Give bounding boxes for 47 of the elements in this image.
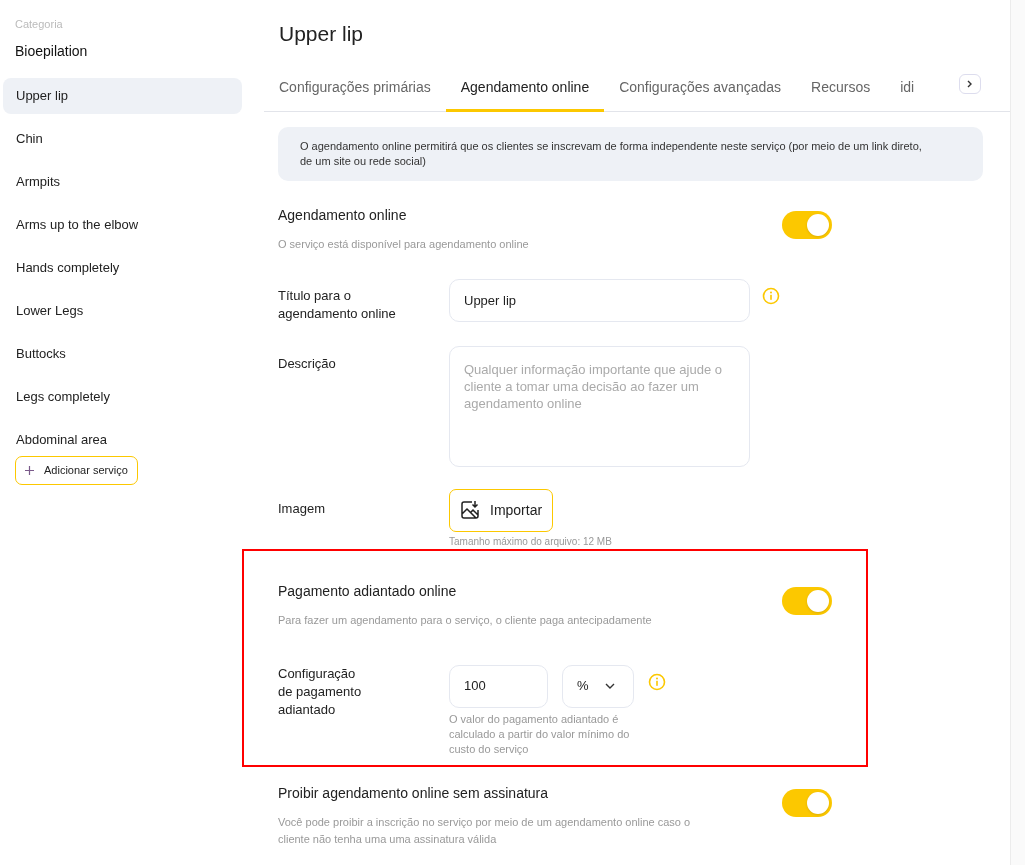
import-button[interactable]: Importar xyxy=(449,488,554,532)
info-notice: O agendamento online permitirá que os clientes se inscrevam de forma independente neste serviço (por meio de um link direto, de um site ou rede social) xyxy=(278,126,983,181)
toggle-switch[interactable] xyxy=(782,788,832,817)
category-caption: Categoria xyxy=(14,17,64,32)
toggle-switch[interactable] xyxy=(782,586,832,615)
description-input[interactable]: Qualquer informação importante que ajude o cliente a tomar uma decisão ao fazer um agendamento online xyxy=(449,345,750,467)
sidebar-item[interactable]: Chin xyxy=(3,120,242,157)
scroll-right-button[interactable] xyxy=(959,73,981,94)
amount-field[interactable]: 100 xyxy=(449,664,548,708)
setting-description: Para fazer um agendamento para o serviço, o cliente paga antecipadamente xyxy=(278,612,653,628)
tab[interactable]: idi xyxy=(885,65,930,112)
tab[interactable]: Configurações primárias xyxy=(264,65,446,112)
info-icon[interactable] xyxy=(648,672,666,691)
image-icon xyxy=(460,500,480,520)
sidebar-item[interactable]: Arms up to the elbow xyxy=(3,206,242,243)
tab[interactable]: Recursos xyxy=(796,65,886,112)
sidebar-item[interactable]: Lower Legs xyxy=(3,292,242,329)
sidebar-item[interactable]: Armpits xyxy=(3,163,242,200)
sidebar-item[interactable]: Hands completely xyxy=(3,249,242,286)
setting-title: Agendamento online xyxy=(278,205,408,225)
sidebar-item[interactable]: Upper lip xyxy=(3,77,242,114)
chevron-down-icon xyxy=(604,683,615,689)
sidebar-item[interactable]: Legs completely xyxy=(3,378,242,415)
field-hint: O valor do pagamento adiantado é calculado a partir do valor mínimo do custo do serviço xyxy=(449,711,631,757)
field-label: Configuração de pagamento adiantado xyxy=(278,664,363,719)
toggle-switch[interactable] xyxy=(782,210,832,239)
page-title: Upper lip xyxy=(278,21,365,47)
unit-dropdown[interactable]: % xyxy=(562,664,634,708)
sidebar-item[interactable]: Buttocks xyxy=(3,335,242,372)
tab[interactable]: Configurações avançadas xyxy=(604,65,797,112)
setting-description: Você pode proibir a inscrição no serviço por meio de um agendamento online caso o cliente não tenha uma uma assinatura válida xyxy=(278,814,692,847)
field-label: Descrição xyxy=(278,354,337,373)
setting-description: O serviço está disponível para agendamento online xyxy=(278,236,530,252)
field-label: Imagem xyxy=(278,499,326,518)
plus-icon xyxy=(25,465,34,475)
field-label: Título para o agendamento online xyxy=(278,286,397,323)
file-size-hint: Tamanho máximo do arquivo: 12 MB xyxy=(449,534,612,549)
setting-title: Pagamento adiantado online xyxy=(278,581,458,601)
sidebar-item[interactable]: Abdominal area xyxy=(3,421,242,458)
scrollbar-track[interactable] xyxy=(1010,0,1025,865)
chevron-right-icon xyxy=(967,79,973,88)
add-service-button[interactable]: Adicionar serviço xyxy=(15,455,138,485)
category-name: Bioepilation xyxy=(14,41,89,61)
info-icon[interactable] xyxy=(762,286,780,305)
title-input[interactable]: Upper lip xyxy=(449,278,750,322)
setting-title: Proibir agendamento online sem assinatura xyxy=(278,783,550,803)
tab[interactable]: Agendamento online xyxy=(445,65,605,112)
